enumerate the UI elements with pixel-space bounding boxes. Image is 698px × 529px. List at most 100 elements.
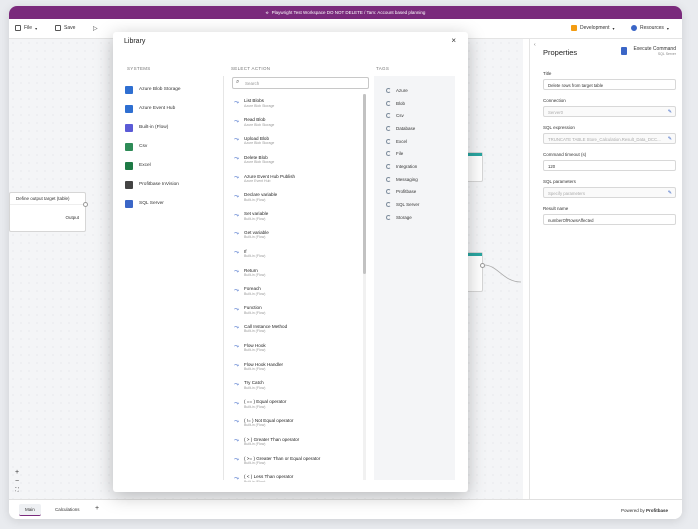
system-label: Excel [139, 163, 151, 168]
action-name: ( == ) Equal operator [244, 399, 287, 405]
tag-item[interactable]: File [374, 147, 455, 160]
fit-view-button[interactable]: ⛶ [12, 487, 22, 493]
environment-select[interactable]: Development ▾ [571, 25, 614, 31]
system-item[interactable]: Profitbase InVision [125, 175, 221, 194]
action-item[interactable]: ⤳ Delete Blob Azure Blob Storage [231, 150, 359, 169]
action-icon: ⤳ [234, 212, 239, 219]
collapse-panel-button[interactable]: ‹ [534, 42, 536, 48]
scrollbar-thumb[interactable] [363, 94, 366, 274]
action-item[interactable]: ⤳ Foreach Built-in (Flow) [231, 282, 359, 301]
brand-name: Profitbase [645, 508, 668, 513]
action-source: Built-in (Flow) [244, 254, 266, 259]
property-input[interactable]: Server0 ✎ [543, 106, 676, 117]
tab-calculations[interactable]: Calculations [49, 504, 86, 515]
system-item[interactable]: SQL Server [125, 194, 221, 213]
action-item[interactable]: ⤳ Flow Hook Handler Built-in (Flow) [231, 357, 359, 376]
system-item[interactable]: Csv [125, 137, 221, 156]
tag-icon [386, 138, 391, 144]
action-source: Built-in (Flow) [244, 442, 266, 447]
action-text: Azure Event Hub Publish Azure Event Hub [244, 174, 295, 184]
tag-item[interactable]: Excel [374, 135, 455, 148]
action-item[interactable]: ⤳ Flow Hook Built-in (Flow) [231, 338, 359, 357]
edit-icon[interactable]: ✎ [668, 136, 672, 142]
action-item[interactable]: ⤳ ( != ) Not Equal operator Built-in (Flow… [231, 414, 359, 433]
action-item[interactable]: ⤳ Set variable Built-in (Flow) [231, 207, 359, 226]
edit-icon[interactable]: ✎ [668, 190, 672, 196]
action-text: Read Blob Azure Blob Storage [244, 117, 274, 127]
action-item[interactable]: ⤳ Function Built-in (Flow) [231, 301, 359, 320]
action-source: Azure Blob Storage [244, 141, 275, 146]
system-icon [125, 142, 133, 151]
tag-item[interactable]: Messaging [374, 173, 455, 186]
tag-icon [386, 176, 391, 182]
tag-item[interactable]: Integration [374, 160, 455, 173]
action-item[interactable]: ⤳ Declare variable Built-in (Flow) [231, 188, 359, 207]
system-item[interactable]: Azure Event Hub [125, 99, 221, 118]
action-text: If Built-in (Flow) [244, 249, 265, 259]
edit-icon[interactable]: ✎ [668, 109, 672, 115]
action-item[interactable]: ⤳ Return Built-in (Flow) [231, 263, 359, 282]
action-text: Set variable Built-in (Flow) [244, 211, 268, 221]
tag-label: Csv [396, 113, 404, 119]
resources-menu[interactable]: Resources ▾ [631, 25, 669, 31]
tab-main[interactable]: Main [19, 504, 41, 516]
command-type: Execute Command SQL Server [621, 46, 676, 56]
action-item[interactable]: ⤳ Azure Event Hub Publish Azure Event Hub [231, 169, 359, 188]
action-icon: ⤳ [234, 156, 239, 163]
search-input[interactable]: ⌕ Search [232, 77, 369, 89]
add-tab-button[interactable]: + [89, 502, 105, 515]
tag-item[interactable]: SQL Server [374, 198, 455, 211]
action-item[interactable]: ⤳ ( > ) Greater Than operator Built-in (Fl… [231, 432, 359, 451]
action-icon: ⤳ [234, 231, 239, 238]
tag-item[interactable]: Blob [374, 97, 455, 110]
action-source: Built-in (Flow) [244, 461, 266, 466]
action-item[interactable]: ⤳ If Built-in (Flow) [231, 244, 359, 263]
property-input[interactable]: TRUNCATE TABLE Store_Calculation.Result_… [543, 133, 676, 144]
property-input[interactable]: numberOfRowsAffected [543, 214, 676, 225]
close-button[interactable]: × [451, 36, 456, 45]
tag-item[interactable]: Database [374, 122, 455, 135]
zoom-in-button[interactable]: + [12, 469, 22, 476]
action-item[interactable]: ⤳ ( >= ) Greater Than or Equal operator Bu… [231, 451, 359, 470]
zoom-out-button[interactable]: − [12, 478, 22, 485]
action-icon: ⤳ [234, 475, 239, 482]
property-input[interactable]: 120 [543, 160, 676, 171]
system-item[interactable]: Built-in (Flow) [125, 118, 221, 137]
tag-item[interactable]: Csv [374, 109, 455, 122]
scrollbar[interactable] [363, 94, 366, 480]
action-item[interactable]: ⤳ Try Catch Built-in (Flow) [231, 376, 359, 395]
action-icon: ⤳ [234, 137, 239, 144]
property-input[interactable]: Delete rows from target table [543, 79, 676, 90]
action-item[interactable]: ⤳ Get variable Built-in (Flow) [231, 226, 359, 245]
system-item[interactable]: Azure Blob Storage [125, 80, 221, 99]
tag-item[interactable]: Azure [374, 84, 455, 97]
action-text: Flow Hook Built-in (Flow) [244, 343, 266, 353]
property-field: Connection Server0 ✎ [543, 98, 676, 117]
title-bar: ⟡ Playwright Test Workspace DO NOT DELET… [9, 6, 682, 19]
system-label: Profitbase InVision [139, 182, 179, 187]
flow-node[interactable]: Define output target (table) Output [9, 192, 88, 232]
systems-list: Azure Blob Storage Azure Event Hub Built-i… [125, 80, 221, 213]
action-item[interactable]: ⤳ ( == ) Equal operator Built-in (Flow) [231, 395, 359, 414]
save-button[interactable]: Save [55, 25, 75, 31]
output-port[interactable] [83, 202, 88, 207]
tag-icon [386, 189, 391, 195]
action-text: Try Catch Built-in (Flow) [244, 380, 265, 390]
tag-item[interactable]: Storage [374, 211, 455, 224]
systems-header: SYSTEMS [127, 66, 151, 71]
property-input[interactable]: Specify parameters ✎ [543, 187, 676, 198]
tag-item[interactable]: Profitbase [374, 186, 455, 199]
chevron-down-icon: ▾ [666, 25, 669, 31]
property-field: SQL expression TRUNCATE TABLE Store_Calcu… [543, 125, 676, 144]
file-menu[interactable]: File ▾ [15, 25, 37, 31]
action-item[interactable]: ⤳ Call Instance Method Built-in (Flow) [231, 320, 359, 339]
action-item[interactable]: ⤳ ( < ) Less Than operator Built-in (Flow) [231, 470, 359, 482]
property-value: numberOfRowsAffected [548, 218, 594, 223]
tag-icon [386, 113, 391, 119]
run-button[interactable]: ▷ [93, 25, 98, 32]
action-item[interactable]: ⤳ Upload Blob Azure Blob Storage [231, 132, 359, 151]
property-label: SQL expression [543, 125, 575, 130]
action-item[interactable]: ⤳ List Blobs Azure Blob Storage [231, 94, 359, 113]
action-item[interactable]: ⤳ Read Blob Azure Blob Storage [231, 113, 359, 132]
system-item[interactable]: Excel [125, 156, 221, 175]
